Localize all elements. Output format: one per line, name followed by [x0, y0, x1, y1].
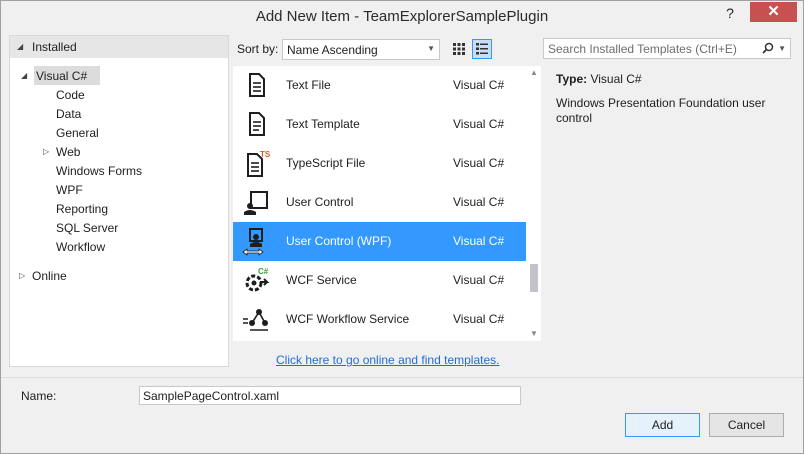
list-view-button[interactable] — [472, 39, 492, 59]
search-icon[interactable] — [762, 42, 774, 54]
template-name: WCF Workflow Service — [286, 312, 410, 326]
cancel-button-label: Cancel — [727, 418, 766, 432]
template-language: Visual C# — [453, 78, 505, 92]
typescript-file-icon: TS — [247, 150, 271, 177]
sort-dropdown[interactable]: Name Ascending ▼ — [282, 39, 440, 60]
tree-item-reporting[interactable]: Reporting — [56, 202, 108, 216]
sort-value: Name Ascending — [287, 43, 378, 57]
cancel-button[interactable]: Cancel — [709, 413, 784, 437]
template-name: Text Template — [286, 117, 360, 131]
scrollbar-thumb[interactable] — [530, 264, 538, 292]
chevron-down-icon: ▼ — [427, 44, 435, 53]
text-template-icon — [249, 112, 265, 136]
grid-view-button[interactable] — [449, 39, 469, 59]
template-description: Windows Presentation Foundation user con… — [556, 96, 766, 125]
grid-view-icon — [453, 43, 465, 55]
tree-item-web[interactable]: Web — [56, 145, 80, 159]
tree-item-code[interactable]: Code — [56, 88, 85, 102]
expanded-arrow-icon[interactable]: ◢ — [17, 42, 23, 51]
installed-node[interactable]: ◢ Installed — [10, 36, 228, 58]
list-view-icon — [476, 43, 488, 55]
name-label: Name: — [21, 389, 57, 403]
add-button-label: Add — [651, 418, 674, 432]
template-row-user-control-wpf[interactable]: User Control (WPF) Visual C# — [233, 222, 526, 261]
tree-item-data[interactable]: Data — [56, 107, 81, 121]
template-language: Visual C# — [453, 117, 505, 131]
template-language: Visual C# — [453, 195, 505, 209]
close-button[interactable]: ✕ — [750, 2, 797, 22]
tree-item-wpf[interactable]: WPF — [56, 183, 83, 197]
tree-item-general[interactable]: General — [56, 126, 99, 140]
template-name: User Control (WPF) — [286, 234, 392, 248]
footer-divider — [1, 377, 803, 378]
wcf-workflow-service-icon — [243, 309, 268, 331]
user-control-wpf-icon — [242, 228, 264, 256]
expanded-arrow-icon[interactable]: ◢ — [21, 71, 27, 80]
template-type-info: Type: Visual C# — [556, 72, 642, 86]
search-input[interactable]: Search Installed Templates (Ctrl+E) ▼ — [543, 38, 791, 59]
template-name: Text File — [286, 78, 331, 92]
template-row-text-template[interactable]: Text Template Visual C# — [233, 105, 526, 144]
scroll-up-icon[interactable]: ▲ — [530, 68, 538, 77]
template-language: Visual C# — [453, 273, 505, 287]
type-label: Type: — [556, 72, 588, 86]
tree-item-workflow[interactable]: Workflow — [56, 240, 105, 254]
template-name: User Control — [286, 195, 354, 209]
search-options-chevron-icon[interactable]: ▼ — [778, 44, 786, 53]
template-name: TypeScript File — [286, 156, 366, 170]
scroll-down-icon[interactable]: ▼ — [530, 329, 538, 338]
window-title: Add New Item - TeamExplorerSamplePlugin — [255, 8, 549, 25]
installed-label: Installed — [32, 40, 77, 54]
template-language: Visual C# — [453, 312, 505, 326]
template-language: Visual C# — [453, 156, 505, 170]
search-placeholder: Search Installed Templates (Ctrl+E) — [548, 42, 737, 56]
help-button[interactable]: ? — [718, 3, 742, 23]
tree-item-sql-server[interactable]: SQL Server — [56, 221, 118, 235]
name-field[interactable]: SamplePageControl.xaml — [139, 386, 521, 405]
svg-text:TS: TS — [260, 150, 271, 159]
template-row-wcf-workflow-service[interactable]: WCF Workflow Service Visual C# — [233, 300, 526, 339]
template-category-tree: ◢ Installed ◢ Visual C# Code Data Genera… — [9, 35, 229, 367]
tree-item-windows-forms[interactable]: Windows Forms — [56, 164, 142, 178]
sort-by-label: Sort by: — [237, 42, 279, 56]
add-new-item-dialog: Add New Item - TeamExplorerSamplePlugin … — [0, 0, 804, 454]
collapsed-arrow-icon[interactable]: ▷ — [43, 147, 49, 156]
wcf-service-icon: C# — [245, 267, 270, 292]
text-file-icon — [249, 73, 265, 97]
type-value: Visual C# — [590, 72, 642, 86]
tree-label-visual-csharp: Visual C# — [36, 69, 88, 83]
user-control-icon — [244, 191, 268, 215]
template-row-text-file[interactable]: Text File Visual C# — [233, 66, 526, 105]
template-name: WCF Service — [286, 273, 357, 287]
template-list-scrollbar[interactable]: ▲ ▼ — [526, 66, 542, 341]
title-bar: Add New Item - TeamExplorerSamplePlugin … — [1, 1, 803, 32]
add-button[interactable]: Add — [625, 413, 700, 437]
template-row-wcf-service[interactable]: C# WCF Service Visual C# — [233, 261, 526, 300]
collapsed-arrow-icon[interactable]: ▷ — [19, 271, 25, 280]
template-row-typescript-file[interactable]: TS TypeScript File Visual C# — [233, 144, 526, 183]
template-row-user-control[interactable]: User Control Visual C# — [233, 183, 526, 222]
tree-item-online[interactable]: Online — [32, 269, 67, 283]
find-online-templates-link[interactable]: Click here to go online and find templat… — [276, 353, 499, 367]
template-language: Visual C# — [453, 234, 505, 248]
svg-text:C#: C# — [258, 267, 269, 276]
template-list: Text File Visual C# Text Template Visual… — [233, 66, 541, 341]
